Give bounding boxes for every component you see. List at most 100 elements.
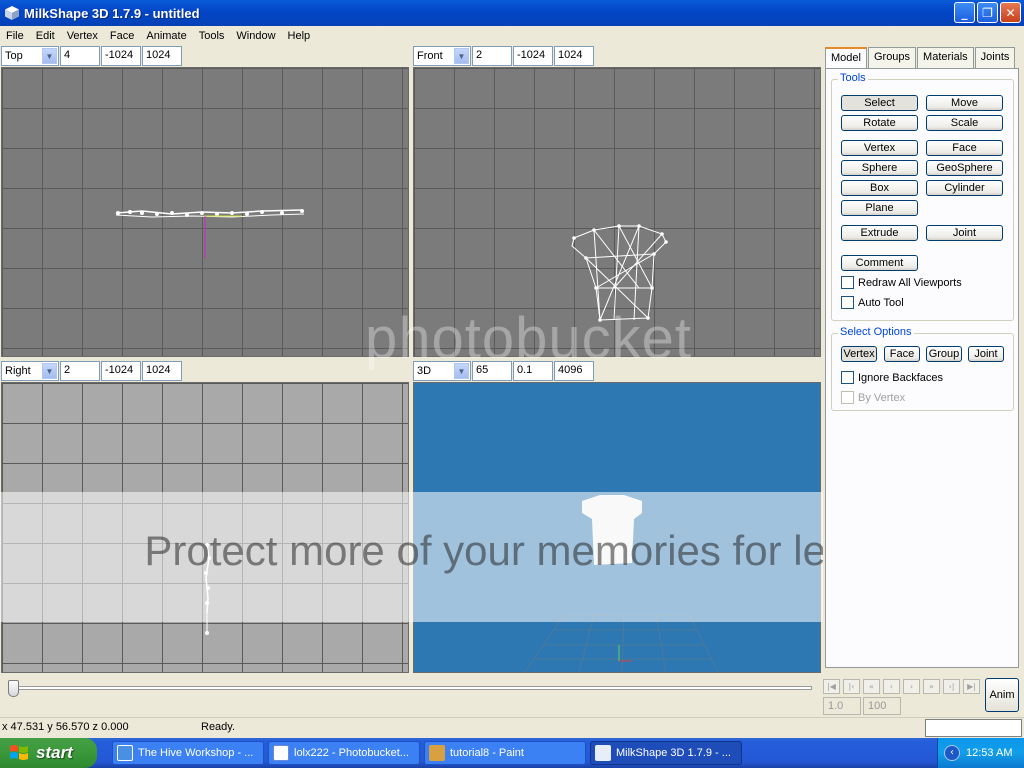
cursor-coordinates: x 47.531 y 56.570 z 0.000 (2, 721, 129, 733)
animation-timeline: |◀ |‹ « ‹ › » ›| ▶| 1.0 100 Anim (0, 675, 1024, 717)
redraw-all-viewports-checkbox[interactable]: Redraw All Viewports (841, 276, 962, 289)
timeline-slider-thumb[interactable] (8, 680, 19, 697)
next-frame-icon: › (909, 682, 914, 691)
checkbox-box (841, 296, 854, 309)
menu-tools[interactable]: Tools (193, 30, 231, 42)
taskbar-item-hive-workshop[interactable]: The Hive Workshop - ... (112, 741, 264, 765)
fast-forward-button[interactable]: » (923, 679, 940, 694)
grid-size-field[interactable]: 2 (472, 46, 512, 66)
browser-icon (117, 745, 133, 761)
start-frame-field[interactable]: 1.0 (823, 697, 861, 715)
first-frame-icon: |◀ (827, 682, 836, 691)
status-bar: x 47.531 y 56.570 z 0.000 Ready. (0, 717, 1024, 737)
prev-frame-button[interactable]: ‹ (883, 679, 900, 694)
close-button[interactable]: ✕ (1000, 2, 1021, 23)
menu-face[interactable]: Face (104, 30, 140, 42)
select-vertex-button[interactable]: Vertex (841, 346, 877, 362)
tab-groups[interactable]: Groups (867, 47, 917, 68)
milkshape-cube-icon (5, 6, 19, 20)
auto-tool-checkbox[interactable]: Auto Tool (841, 296, 904, 309)
select-group-button[interactable]: Group (926, 346, 962, 362)
view-select-right[interactable]: Right ▼ (1, 361, 59, 381)
grid-size-field[interactable]: 4 (60, 46, 100, 66)
top-view-wireframe (115, 209, 305, 258)
taskbar-item-label: tutorial8 - Paint (450, 747, 524, 759)
range-max-field[interactable]: 1024 (142, 361, 182, 381)
range-min-field[interactable]: -1024 (101, 46, 141, 66)
view-select-top[interactable]: Top ▼ (1, 46, 59, 66)
joint-button[interactable]: Joint (926, 225, 1003, 241)
anim-button[interactable]: Anim (985, 678, 1019, 712)
range-max-field[interactable]: 1024 (142, 46, 182, 66)
tab-materials[interactable]: Materials (917, 47, 974, 68)
cylinder-button[interactable]: Cylinder (926, 180, 1003, 196)
select-face-button[interactable]: Face (884, 346, 920, 362)
chevron-down-icon: ▼ (454, 48, 469, 64)
minimize-button[interactable]: _ (954, 2, 975, 23)
chevron-down-icon: ▼ (42, 363, 57, 379)
move-button[interactable]: Move (926, 95, 1003, 111)
geosphere-button[interactable]: GeoSphere (926, 160, 1003, 176)
checkbox-box (841, 371, 854, 384)
title-bar: MilkShape 3D 1.7.9 - untitled _ ❐ ✕ (0, 0, 1024, 26)
start-label: start (36, 743, 73, 762)
menu-window[interactable]: Window (230, 30, 281, 42)
checkbox-box (841, 391, 854, 404)
view-select-value: Right (5, 365, 31, 377)
next-key-icon: ›| (948, 682, 955, 691)
next-key-button[interactable]: ›| (943, 679, 960, 694)
last-frame-button[interactable]: ▶| (963, 679, 980, 694)
tab-model[interactable]: Model (825, 47, 867, 69)
prev-frame-icon: ‹ (889, 682, 894, 691)
show-hidden-icons-icon[interactable]: ‹ (944, 745, 960, 761)
rewind-button[interactable]: « (863, 679, 880, 694)
select-joint-button[interactable]: Joint (968, 346, 1004, 362)
ignore-backfaces-label: Ignore Backfaces (858, 371, 943, 384)
box-button[interactable]: Box (841, 180, 918, 196)
taskbar-item-paint[interactable]: tutorial8 - Paint (424, 741, 586, 765)
view-select-value: Top (5, 50, 23, 62)
select-button[interactable]: Select (841, 95, 918, 111)
range-min-field[interactable]: -1024 (513, 46, 553, 66)
watermark-brand: photobucket (365, 306, 693, 371)
prev-key-button[interactable]: |‹ (843, 679, 860, 694)
timeline-track[interactable] (12, 686, 812, 690)
viewport-right-header: Right ▼ 2 -1024 1024 (1, 361, 182, 381)
viewport-top[interactable] (1, 67, 409, 357)
extrude-button[interactable]: Extrude (841, 225, 918, 241)
menu-animate[interactable]: Animate (140, 30, 192, 42)
face-button[interactable]: Face (926, 140, 1003, 156)
tab-joints[interactable]: Joints (974, 47, 1016, 68)
first-frame-button[interactable]: |◀ (823, 679, 840, 694)
rotate-button[interactable]: Rotate (841, 115, 918, 131)
last-frame-icon: ▶| (967, 682, 976, 691)
system-tray: ‹ 12:53 AM (937, 738, 1024, 768)
scale-button[interactable]: Scale (926, 115, 1003, 131)
comment-button[interactable]: Comment (841, 255, 918, 271)
menu-vertex[interactable]: Vertex (61, 30, 104, 42)
taskbar-item-milkshape[interactable]: MilkShape 3D 1.7.9 - ... (590, 741, 742, 765)
view-select-front[interactable]: Front ▼ (413, 46, 471, 66)
range-min-field[interactable]: -1024 (101, 361, 141, 381)
status-field (925, 719, 1022, 737)
restore-button[interactable]: ❐ (977, 2, 998, 23)
minimize-icon: _ (961, 5, 968, 20)
sphere-button[interactable]: Sphere (841, 160, 918, 176)
plane-button[interactable]: Plane (841, 200, 918, 216)
vertex-button[interactable]: Vertex (841, 140, 918, 156)
range-max-field[interactable]: 1024 (554, 46, 594, 66)
ignore-backfaces-checkbox[interactable]: Ignore Backfaces (841, 371, 943, 384)
next-frame-button[interactable]: › (903, 679, 920, 694)
menu-file[interactable]: File (0, 30, 30, 42)
windows-flag-icon (10, 745, 28, 760)
grid-size-field[interactable]: 2 (60, 361, 100, 381)
taskbar-item-photobucket[interactable]: lolx222 - Photobucket... (268, 741, 420, 765)
select-options-group: Select Options Vertex Face Group Joint I… (831, 326, 1014, 411)
menu-help[interactable]: Help (282, 30, 317, 42)
paint-icon (429, 745, 445, 761)
start-button[interactable]: start (0, 738, 97, 768)
rewind-icon: « (869, 682, 874, 691)
menu-edit[interactable]: Edit (30, 30, 61, 42)
clock: 12:53 AM (966, 747, 1013, 759)
end-frame-field[interactable]: 100 (863, 697, 901, 715)
